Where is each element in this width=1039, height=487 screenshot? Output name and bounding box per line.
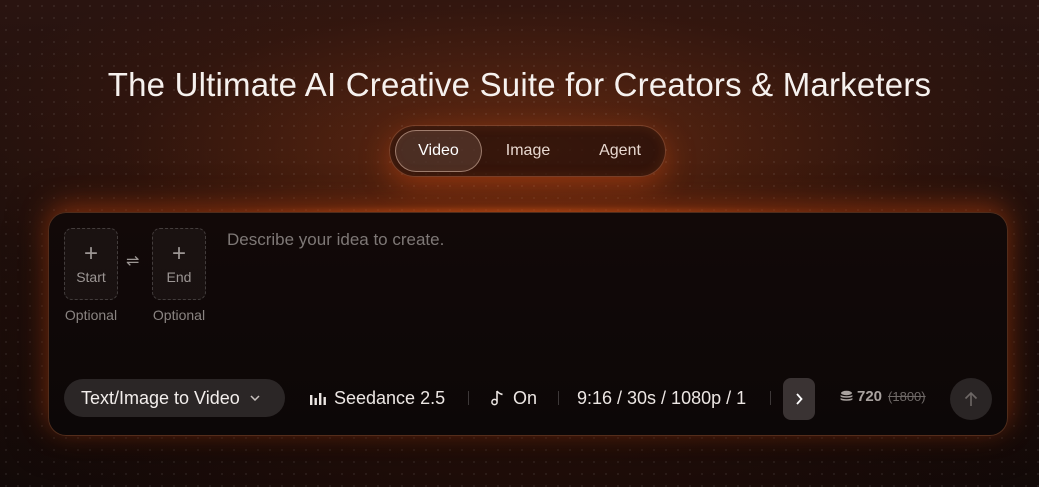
end-frame-upload[interactable]: + End (152, 228, 206, 300)
music-note-icon (490, 390, 504, 406)
prompt-input[interactable] (227, 230, 987, 360)
coin-stack-icon (840, 390, 853, 403)
start-frame-optional: Optional (64, 307, 118, 323)
tab-agent[interactable]: Agent (580, 130, 660, 172)
end-frame-label: End (166, 269, 192, 285)
bar-chart-icon (310, 391, 326, 405)
start-frame-label: Start (76, 269, 106, 285)
tab-video[interactable]: Video (395, 130, 482, 172)
chevron-down-icon (250, 392, 260, 404)
audio-toggle[interactable]: On (490, 386, 537, 410)
output-settings[interactable]: 9:16 / 30s / 1080p / 1 (577, 386, 746, 410)
divider (468, 391, 469, 405)
page-title: The Ultimate AI Creative Suite for Creat… (107, 66, 932, 104)
tab-image[interactable]: Image (488, 130, 568, 172)
generation-mode-dropdown[interactable]: Text/Image to Video (64, 379, 285, 417)
generate-button[interactable] (950, 378, 992, 420)
credit-amount: 720 (857, 388, 883, 405)
chevron-right-icon (795, 393, 803, 405)
output-settings-label: 9:16 / 30s / 1080p / 1 (577, 387, 747, 408)
more-settings-button[interactable] (783, 378, 815, 420)
credit-cost: 720 (1800) (840, 388, 926, 405)
divider (558, 391, 559, 405)
end-frame-optional: Optional (152, 307, 206, 323)
model-label: Seedance 2.5 (334, 387, 446, 408)
plus-icon: + (83, 240, 98, 267)
start-frame-upload[interactable]: + Start (64, 228, 118, 300)
arrow-up-icon (964, 391, 978, 407)
swap-frames-icon[interactable]: ⇌ (126, 251, 139, 271)
plus-icon: + (171, 240, 186, 267)
audio-label: On (513, 387, 538, 408)
mode-tabs: Video Image Agent (389, 125, 666, 177)
model-selector[interactable]: Seedance 2.5 (310, 386, 445, 410)
credit-original-amount: (1800) (888, 389, 926, 404)
generation-mode-label: Text/Image to Video (81, 387, 240, 408)
divider (770, 391, 771, 405)
